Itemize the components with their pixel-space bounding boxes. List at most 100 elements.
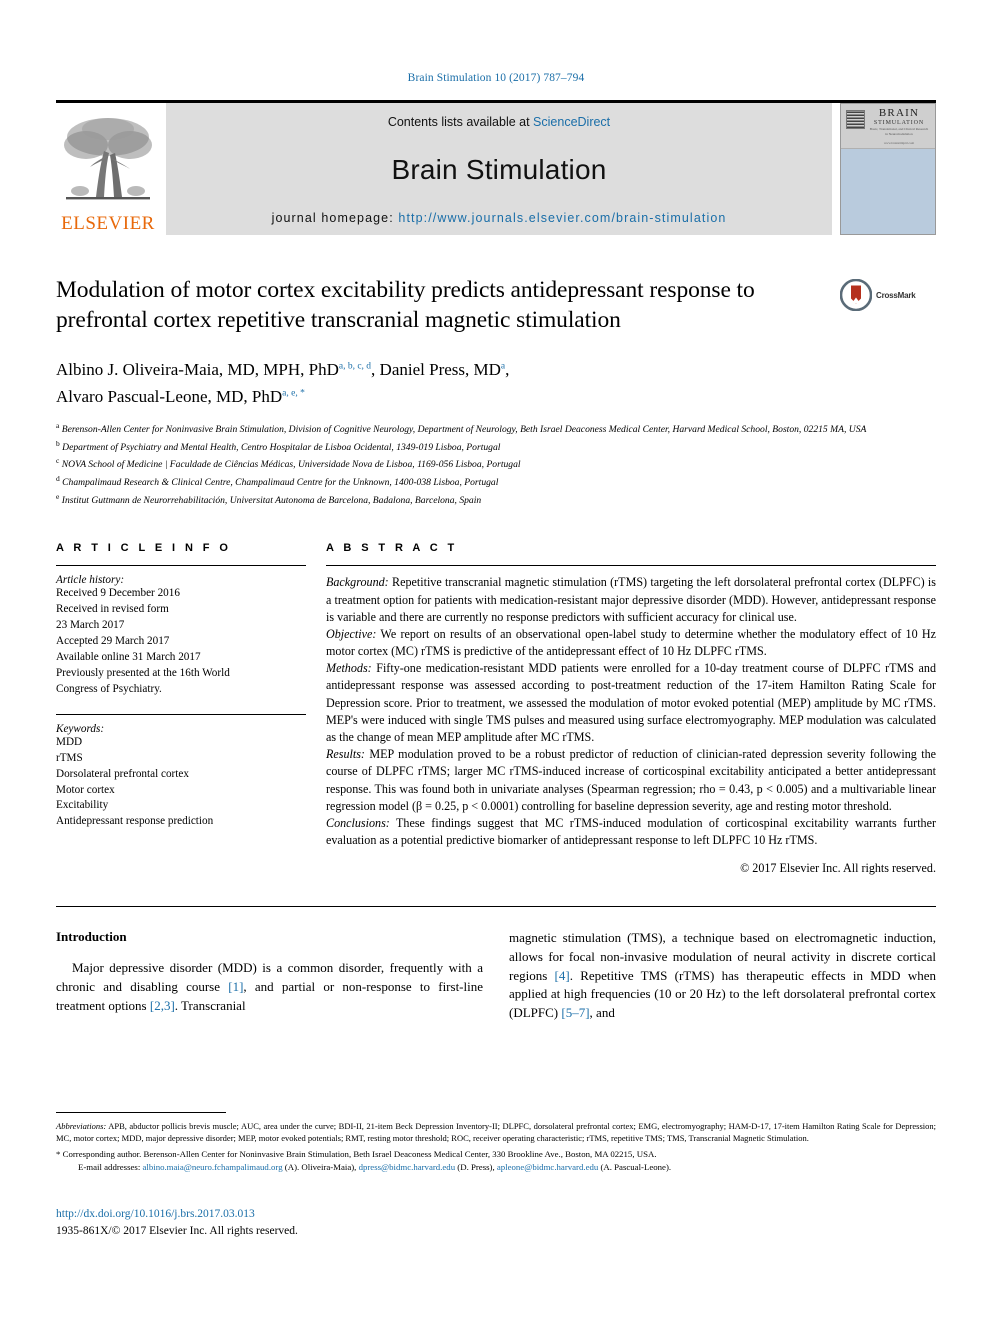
abstract-section-conclusions: Conclusions: These findings suggest that… [326,815,936,849]
abbreviations-footnote: Abbreviations: APB, abductor pollicis br… [56,1120,936,1145]
journal-title: Brain Stimulation [391,154,607,185]
abbreviations-text: APB, abductor pollicis brevis muscle; AU… [56,1121,936,1144]
cover-line-1: BRAIN [878,107,920,119]
footnote-area: Abbreviations: APB, abductor pollicis br… [56,1112,936,1174]
body-column-left: Introduction Major depressive disorder (… [56,929,483,1023]
abstract-rule [326,565,936,567]
citation-ref-1[interactable]: [1] [228,979,243,994]
affiliation-text-a: Berenson-Allen Center for Noninvasive Br… [61,424,867,436]
affiliation-text-b: Department of Psychiatry and Mental Heal… [62,441,501,453]
crossmark-badge[interactable]: CrossMark [840,275,936,311]
history-line: 23 March 2017 [56,619,125,632]
email-owner-2: (D. Press), [455,1162,497,1173]
history-line: Received 9 December 2016 [56,587,180,600]
author-sep-1: , [371,360,380,380]
running-head: Brain Stimulation 10 (2017) 787–794 [407,72,585,84]
cover-header-band: BRAIN STIMULATION Basic, Translational, … [841,104,935,149]
abstract-text-methods: Fifty-one medication-resistant MDD patie… [326,661,936,744]
corresponding-author-text: Corresponding author. Berenson-Allen Cen… [62,1148,657,1159]
author-affil-marks-1: a, b, c, d [338,361,372,372]
title-block: Modulation of motor cortex excitability … [56,275,936,335]
article-info-column: A R T I C L E I N F O Article history: R… [56,542,326,830]
email-owner-1: (A). Oliveira-Maia), [282,1162,359,1173]
history-line: Congress of Psychiatry. [56,682,162,695]
affiliation-mark-c: c [56,456,60,466]
affiliation-mark-b: b [56,438,60,448]
abstract-text-objective: We report on results of an observational… [326,626,936,659]
keyword-item: Motor cortex [56,783,115,796]
history-line: Received in revised form [56,603,169,616]
affiliation-mark-d: d [56,474,60,483]
affiliation-text-c: NOVA School of Medicine | Faculdade de C… [61,459,521,471]
journal-homepage-line: journal homepage: http://www.journals.el… [272,211,727,225]
body-columns: Introduction Major depressive disorder (… [56,929,936,1023]
masthead-center: Contents lists available at ScienceDirec… [166,103,832,235]
history-line: Available online 31 March 2017 [56,651,201,664]
keywords-list: MDD rTMS Dorsolateral prefrontal cortex … [56,735,306,830]
abstract-section-objective: Objective: We report on results of an ob… [326,626,936,660]
journal-homepage-link[interactable]: http://www.journals.elsevier.com/brain-s… [398,211,726,225]
doi-link[interactable]: http://dx.doi.org/10.1016/j.brs.2017.03.… [56,1206,298,1223]
keyword-item: MDD [56,735,83,748]
abstract-label-methods: Methods: [326,661,372,676]
citation-ref-2-3[interactable]: [2,3] [150,998,175,1013]
keywords-label: Keywords: [56,722,105,735]
author-list: Albino J. Oliveira-Maia, MD, MPH, PhDa, … [56,357,936,410]
abstract-body: Background: Repetitive transcranial magn… [326,574,936,849]
contents-available-line: Contents lists available at ScienceDirec… [388,115,610,129]
email-link-2[interactable]: dpress@bidmc.harvard.edu [359,1162,456,1172]
sciencedirect-link[interactable]: ScienceDirect [533,115,610,129]
email-link-1[interactable]: albino.maia@neuro.fchampalimaud.org [143,1162,283,1172]
article-info-rule [56,565,306,567]
elsevier-tree-icon [64,118,152,200]
homepage-prefix: journal homepage: [271,211,399,225]
affiliation-e: e Institut Guttmann de Neurorrehabilitac… [56,491,936,509]
abstract-text-background: Repetitive transcranial magnetic stimula… [326,575,936,624]
introduction-heading: Introduction [56,929,127,945]
affiliation-text-e: Institut Guttmann de Neurorrehabilitació… [61,494,482,506]
abstract-text-results: MEP modulation proved to be a robust pre… [326,747,936,813]
abstract-text-conclusions: These findings suggest that MC rTMS-indu… [326,815,936,848]
abstract-section-methods: Methods: Fifty-one medication-resistant … [326,660,936,746]
abstract-column: A B S T R A C T Background: Repetitive t… [326,542,936,876]
article-history-label: Article history: [56,574,125,587]
keyword-item: Excitability [56,799,109,812]
corresponding-author-footnote: * Corresponding author. Berenson-Allen C… [56,1148,936,1161]
article-page: Brain Stimulation 10 (2017) 787–794 ELSE… [0,0,992,1323]
crossmark-icon [840,279,872,311]
affiliation-mark-e: e [56,491,60,501]
abstract-section-background: Background: Repetitive transcranial magn… [326,574,936,626]
affiliation-d: d Champalimaud Research & Clinical Centr… [56,473,936,491]
email-link-3[interactable]: apleone@bidmc.harvard.edu [497,1162,598,1172]
abstract-label-objective: Objective: [326,626,377,641]
journal-cover-thumbnail: BRAIN STIMULATION Basic, Translational, … [840,103,936,235]
keyword-item: Antidepressant response prediction [56,815,214,828]
body-divider [56,906,936,908]
page-title: Modulation of motor cortex excitability … [56,277,755,334]
article-history-lines: Received 9 December 2016 Received in rev… [56,586,306,697]
body-column-right: magnetic stimulation (TMS), a technique … [509,929,936,1023]
keyword-item: rTMS [56,751,83,764]
author-name-1: Albino J. Oliveira-Maia, MD, MPH, PhD [56,360,339,380]
info-abstract-row: A R T I C L E I N F O Article history: R… [56,542,936,876]
keywords-block: Keywords: MDD rTMS Dorsolateral prefront… [56,713,306,830]
citation-ref-5-7[interactable]: [5–7] [561,1005,589,1020]
citation-ref-4[interactable]: [4] [555,968,570,983]
introduction-paragraph-left: Major depressive disorder (MDD) is a com… [56,959,483,1015]
affiliation-a: a Berenson-Allen Center for Noninvasive … [56,420,936,438]
email-footnote: E-mail addresses: albino.maia@neuro.fcha… [56,1161,936,1174]
crossmark-label: CrossMark [876,290,916,300]
affiliation-b: b Department of Psychiatry and Mental He… [56,438,936,456]
intro-text-3: . Transcranial [174,997,246,1013]
footnote-rule [56,1112,226,1113]
abbreviations-label: Abbreviations: [56,1121,107,1131]
cover-line-4: www.brainstimjrnl.com [883,141,915,146]
author-name-3: Alvaro Pascual-Leone, MD, PhD [56,386,283,406]
affiliation-list: a Berenson-Allen Center for Noninvasive … [56,420,936,509]
email-owner-3: (A. Pascual-Leone). [598,1162,672,1173]
intro-text-6: , and [589,1005,615,1021]
abstract-section-results: Results: MEP modulation proved to be a r… [326,746,936,815]
elsevier-logo: ELSEVIER [56,103,160,235]
article-info-heading: A R T I C L E I N F O [56,542,232,555]
journal-masthead: ELSEVIER Contents lists available at Sci… [56,100,936,235]
